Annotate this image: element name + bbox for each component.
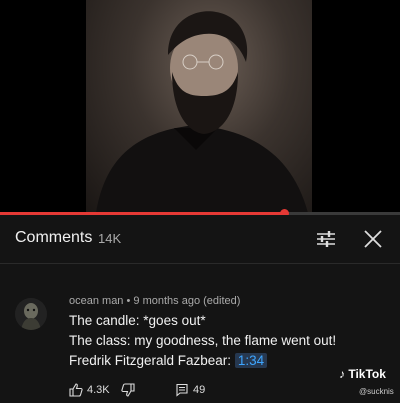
portrait-image [96, 11, 308, 213]
comment-author[interactable]: ocean man [69, 295, 123, 307]
comment-meta: ocean man • 9 months ago (edited) [69, 295, 240, 307]
comment-time: 9 months ago (edited) [133, 295, 241, 307]
avatar[interactable] [15, 298, 47, 330]
tiktok-watermark: ♪ TikTok @sucknis [339, 367, 399, 401]
comment-line: The class: my goodness, the flame went o… [69, 333, 337, 348]
comment-bubble-icon [175, 383, 189, 397]
tiktok-brand: TikTok [348, 367, 386, 381]
timestamp-link[interactable]: 1:34 [234, 353, 268, 368]
comments-header: Comments 14K [0, 215, 400, 263]
like-count: 4.3K [87, 384, 110, 396]
video-player[interactable] [0, 0, 400, 213]
comment-line-with-timestamp: Fredrik Fitzgerald Fazbear: 1:34 [69, 353, 268, 368]
dislike-button[interactable] [121, 383, 135, 397]
reply-button[interactable]: 49 [175, 383, 205, 397]
comments-title: Comments [15, 229, 93, 246]
music-note-icon: ♪ [339, 367, 345, 381]
comment-line: The candle: *goes out* [69, 313, 206, 328]
reply-count: 49 [193, 384, 206, 396]
comment-line-text: Fredrik Fitzgerald Fazbear: [69, 353, 232, 368]
like-button[interactable]: 4.3K [69, 383, 110, 397]
thumbs-up-icon [69, 383, 83, 397]
tiktok-username: @sucknis [359, 387, 394, 396]
comments-count: 14K [98, 231, 122, 246]
sliders-icon[interactable] [313, 227, 339, 251]
comments-panel: Comments 14K ocean man • 9 months ago (e… [0, 215, 400, 403]
video-frame [86, 0, 312, 213]
header-divider [0, 263, 400, 264]
thumbs-down-icon [121, 383, 135, 397]
close-icon[interactable] [360, 227, 386, 251]
tiktok-logo: ♪ TikTok [339, 367, 386, 381]
